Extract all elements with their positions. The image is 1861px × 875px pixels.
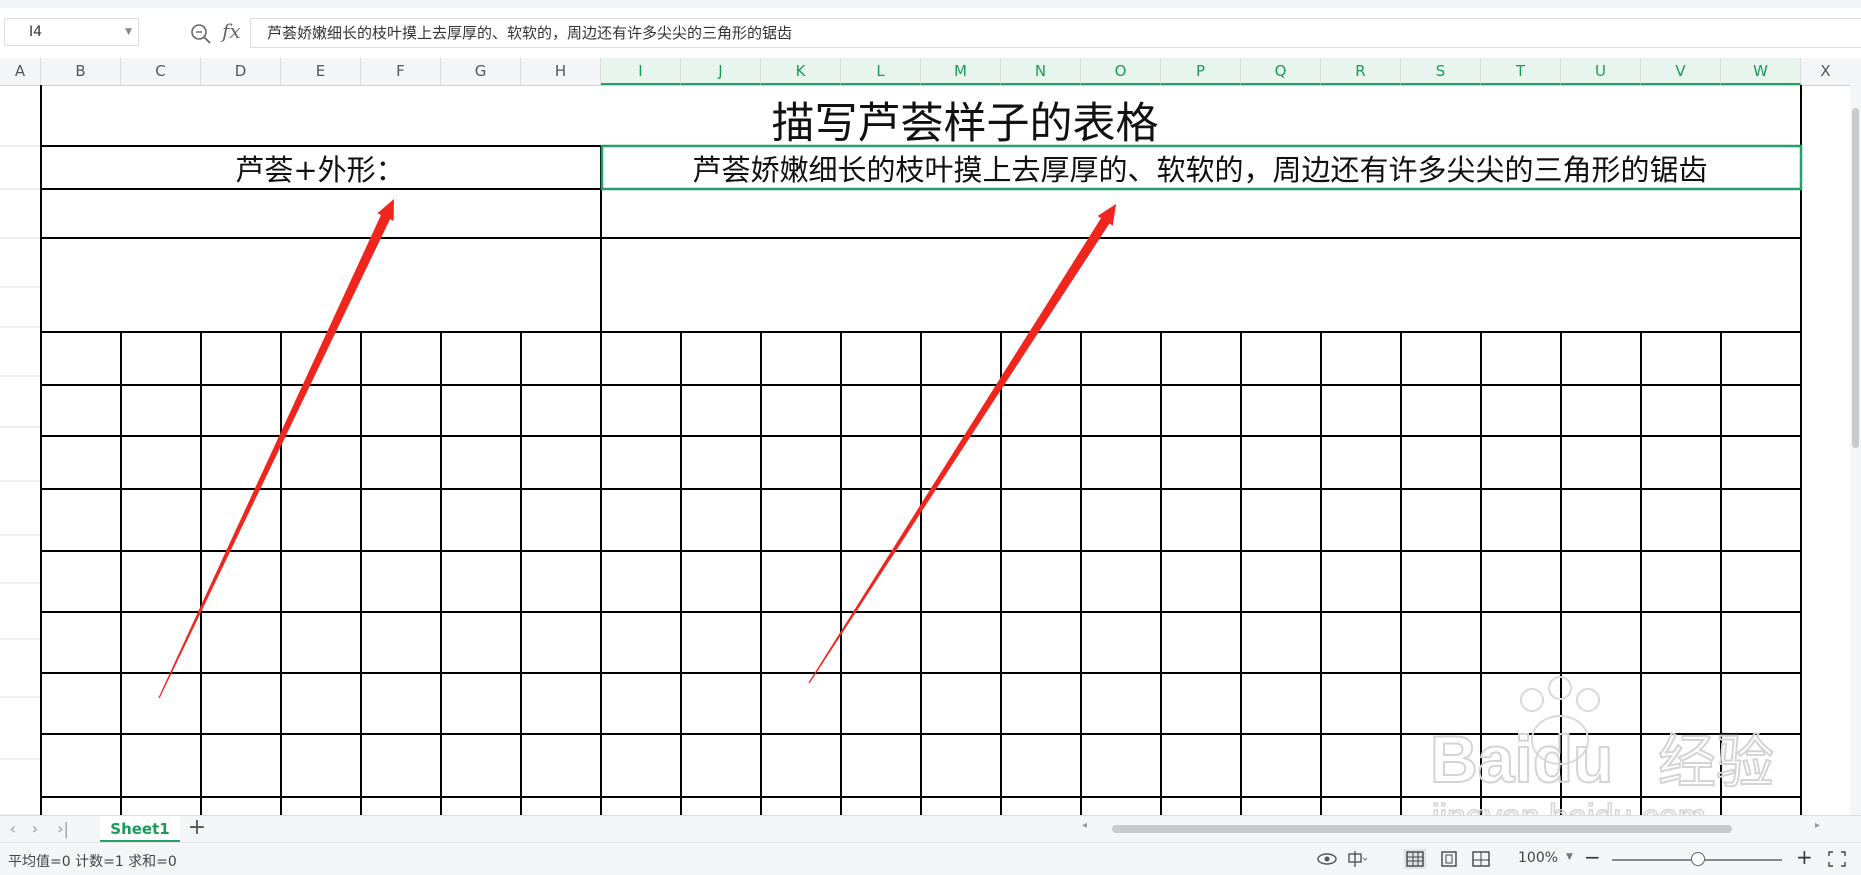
column-header-m[interactable]: M: [921, 58, 1001, 85]
column-header-w[interactable]: W: [1721, 58, 1801, 85]
scroll-right-icon[interactable]: ▸: [1815, 820, 1820, 831]
column-header-g[interactable]: G: [441, 58, 521, 85]
label-cell-aloe-shape[interactable]: 芦荟+外形：: [41, 147, 599, 189]
description-cell[interactable]: 芦荟娇嫩细长的枝叶摸上去厚厚的、软软的，周边还有许多尖尖的三角形的锯齿: [600, 147, 1800, 189]
column-header-u[interactable]: U: [1561, 58, 1641, 85]
eye-protection-icon[interactable]: [1316, 849, 1338, 869]
column-header-p[interactable]: P: [1161, 58, 1241, 85]
scroll-left-icon[interactable]: ◂: [1082, 820, 1087, 831]
status-bar: 平均值=0 计数=1 求和=0 100% ▼ − +: [0, 842, 1861, 875]
column-header-b[interactable]: B: [41, 58, 121, 85]
column-header-x[interactable]: X: [1801, 58, 1850, 85]
fullscreen-icon[interactable]: [1826, 849, 1848, 869]
column-header-i[interactable]: I: [601, 58, 681, 85]
table-lines: [0, 85, 1803, 815]
name-box[interactable]: I4 ▼: [4, 18, 139, 46]
column-header-v[interactable]: V: [1641, 58, 1721, 85]
sheet-tab-bar: ‹ › ›| Sheet1 + ◂ ▸: [0, 815, 1861, 843]
zoom-out-button[interactable]: −: [1584, 845, 1601, 869]
vertical-scrollbar[interactable]: [1850, 58, 1861, 815]
page-layout-view-icon[interactable]: [1438, 849, 1460, 869]
sheet-tab-sheet1[interactable]: Sheet1: [100, 816, 180, 842]
chevron-down-icon[interactable]: ▼: [1566, 852, 1573, 862]
column-header-s[interactable]: S: [1401, 58, 1481, 85]
column-header-l[interactable]: L: [841, 58, 921, 85]
vertical-scroll-thumb[interactable]: [1852, 108, 1859, 448]
fx-insert-function-button[interactable]: fx: [222, 19, 241, 43]
table-title[interactable]: 描写芦荟样子的表格: [0, 89, 1850, 151]
zoom-search-icon[interactable]: [190, 23, 212, 45]
column-header-f[interactable]: F: [361, 58, 441, 85]
horizontal-scroll-thumb[interactable]: [1112, 825, 1732, 833]
spreadsheet-grid[interactable]: 描写芦荟样子的表格 芦荟+外形： 芦荟娇嫩细长的枝叶摸上去厚厚的、软软的，周边还…: [0, 85, 1850, 815]
first-sheet-icon[interactable]: ‹: [2, 819, 24, 839]
column-header-t[interactable]: T: [1481, 58, 1561, 85]
horizontal-scrollbar[interactable]: ◂ ▸: [1082, 820, 1820, 836]
column-header-d[interactable]: D: [201, 58, 281, 85]
add-sheet-button[interactable]: +: [185, 817, 209, 841]
input-method-icon[interactable]: [1346, 849, 1368, 869]
column-header-k[interactable]: K: [761, 58, 841, 85]
column-header-o[interactable]: O: [1081, 58, 1161, 85]
normal-view-icon[interactable]: [1404, 849, 1426, 869]
cell-reference: I4: [29, 24, 43, 40]
column-header-a[interactable]: A: [0, 58, 41, 85]
column-header-e[interactable]: E: [281, 58, 361, 85]
column-header-n[interactable]: N: [1001, 58, 1081, 85]
zoom-in-button[interactable]: +: [1796, 845, 1813, 869]
zoom-slider-thumb[interactable]: [1691, 852, 1705, 866]
column-header-r[interactable]: R: [1321, 58, 1401, 85]
column-header-j[interactable]: J: [681, 58, 761, 85]
column-header: ABCDEFGHIJKLMNOPQRSTUVWX: [0, 58, 1861, 86]
next-sheet-icon[interactable]: ›: [24, 819, 46, 839]
last-sheet-icon[interactable]: ›|: [52, 819, 74, 839]
page-break-preview-icon[interactable]: [1470, 849, 1492, 869]
column-header-h[interactable]: H: [521, 58, 601, 85]
column-header-q[interactable]: Q: [1241, 58, 1321, 85]
chevron-down-icon[interactable]: ▼: [125, 19, 132, 45]
selection-summary: 平均值=0 计数=1 求和=0: [8, 854, 177, 870]
zoom-level-selector[interactable]: 100%: [1518, 850, 1558, 866]
formula-input[interactable]: 芦荟娇嫩细长的枝叶摸上去厚厚的、软软的，周边还有许多尖尖的三角形的锯齿: [250, 18, 1861, 48]
formula-bar: I4 ▼ fx 芦荟娇嫩细长的枝叶摸上去厚厚的、软软的，周边还有许多尖尖的三角形…: [0, 8, 1861, 59]
column-header-c[interactable]: C: [121, 58, 201, 85]
red-arrow-annotation: [158, 199, 394, 699]
